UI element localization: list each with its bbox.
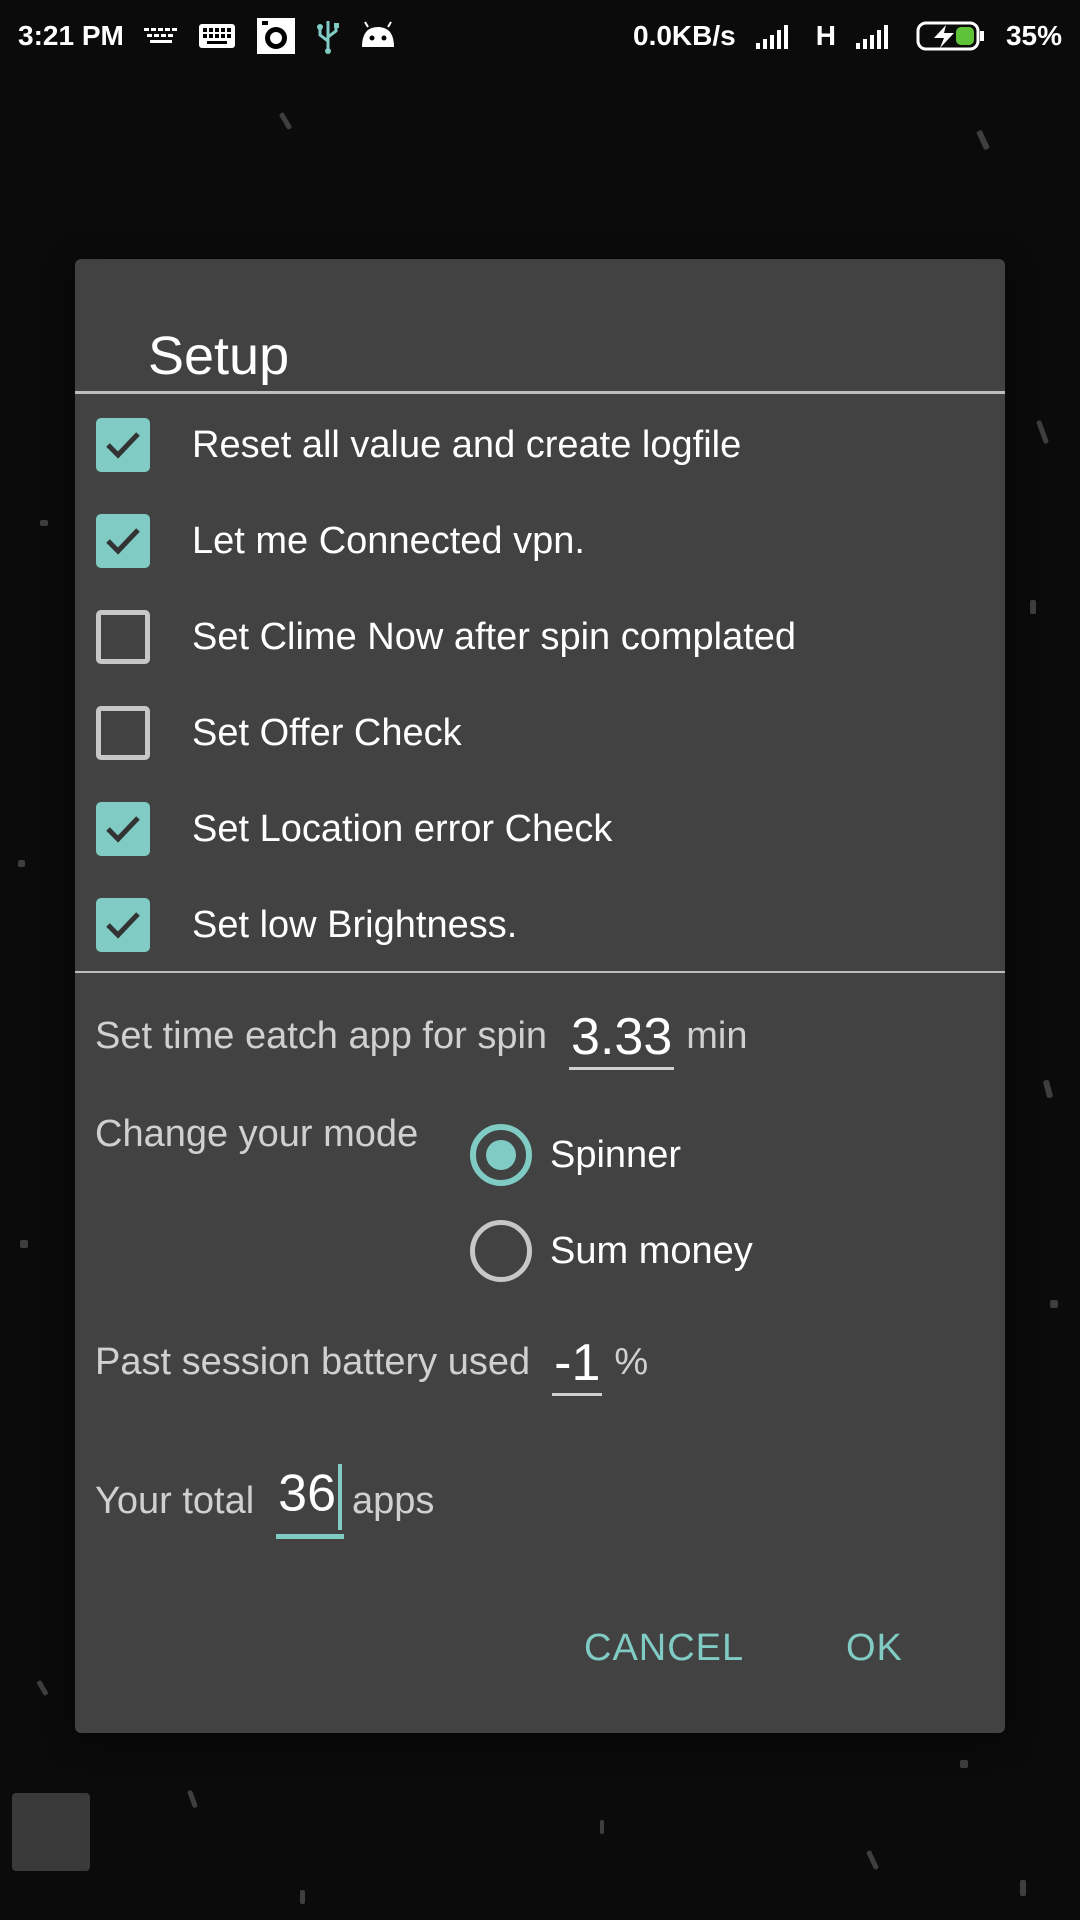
ok-button[interactable]: OK (846, 1627, 903, 1670)
status-time: 3:21 PM (18, 20, 124, 51)
cancel-button[interactable]: CANCEL (584, 1627, 744, 1670)
option-offer-check[interactable]: Set Offer Check (96, 703, 462, 763)
battery-row: Past session battery used -1 % (95, 1337, 648, 1396)
radio-label: Spinner (550, 1133, 681, 1176)
checkbox-unchecked[interactable] (96, 706, 150, 760)
battery-charging-icon (916, 21, 986, 51)
spin-time-row: Set time eatch app for spin 3.33 min (95, 1011, 747, 1070)
total-value: 36 (278, 1464, 337, 1523)
signal-icon (855, 23, 896, 49)
net-speed: 0.0KB/s (633, 20, 736, 51)
radio-label: Sum money (550, 1229, 753, 1272)
option-label: Reset all value and create logfile (192, 423, 742, 466)
spin-time-value: 3.33 (571, 1008, 673, 1066)
options-divider (75, 971, 1005, 973)
keyboard-small-icon (143, 26, 178, 46)
battery-input[interactable]: -1 (552, 1334, 603, 1396)
keyboard-icon (198, 22, 236, 50)
checkbox-checked[interactable] (96, 898, 150, 952)
spin-time-unit: min (686, 1015, 748, 1057)
option-label: Set Location error Check (192, 807, 613, 850)
radio-sum-money[interactable]: Sum money (470, 1220, 753, 1282)
total-label: Your total (95, 1480, 255, 1522)
option-label: Set low Brightness. (192, 903, 518, 946)
battery-unit: % (614, 1341, 649, 1383)
android-icon (360, 21, 396, 51)
spin-time-input[interactable]: 3.33 (569, 1008, 675, 1070)
checkbox-checked[interactable] (96, 802, 150, 856)
text-caret (338, 1464, 343, 1530)
checkbox-checked[interactable] (96, 418, 150, 472)
battery-percent: 35% (1005, 20, 1062, 51)
checkbox-unchecked[interactable] (96, 610, 150, 664)
spin-time-label: Set time eatch app for spin (95, 1015, 548, 1057)
option-connected-vpn[interactable]: Let me Connected vpn. (96, 511, 585, 571)
option-low-brightness[interactable]: Set low Brightness. (96, 895, 517, 955)
status-bar: 3:21 PM 0.0KB/s H 35% (0, 0, 1080, 72)
title-divider (75, 391, 1005, 394)
battery-label: Past session battery used (95, 1341, 531, 1383)
mode-label: Change your mode (95, 1113, 419, 1155)
camera-icon (256, 17, 296, 55)
option-reset-logfile[interactable]: Reset all value and create logfile (96, 415, 741, 475)
setup-dialog: Setup Reset all value and create logfile… (75, 259, 1005, 1733)
option-label: Set Offer Check (192, 711, 462, 754)
network-type: H (815, 20, 836, 51)
battery-value: -1 (554, 1334, 601, 1392)
signal-icon (755, 23, 796, 49)
total-apps-input[interactable]: 36 (276, 1464, 345, 1539)
radio-button-unselected[interactable] (470, 1220, 532, 1282)
floating-square[interactable] (12, 1793, 90, 1871)
checkbox-checked[interactable] (96, 514, 150, 568)
radio-spinner[interactable]: Spinner (470, 1124, 681, 1186)
dialog-title: Setup (148, 326, 290, 386)
option-label: Let me Connected vpn. (192, 519, 585, 562)
option-clime-now[interactable]: Set Clime Now after spin complated (96, 607, 796, 667)
option-location-error-check[interactable]: Set Location error Check (96, 799, 612, 859)
total-row: Your total 36 apps (95, 1464, 434, 1539)
option-label: Set Clime Now after spin complated (192, 615, 797, 658)
total-unit: apps (352, 1480, 435, 1522)
usb-icon (316, 17, 340, 55)
radio-button-selected[interactable] (470, 1124, 532, 1186)
